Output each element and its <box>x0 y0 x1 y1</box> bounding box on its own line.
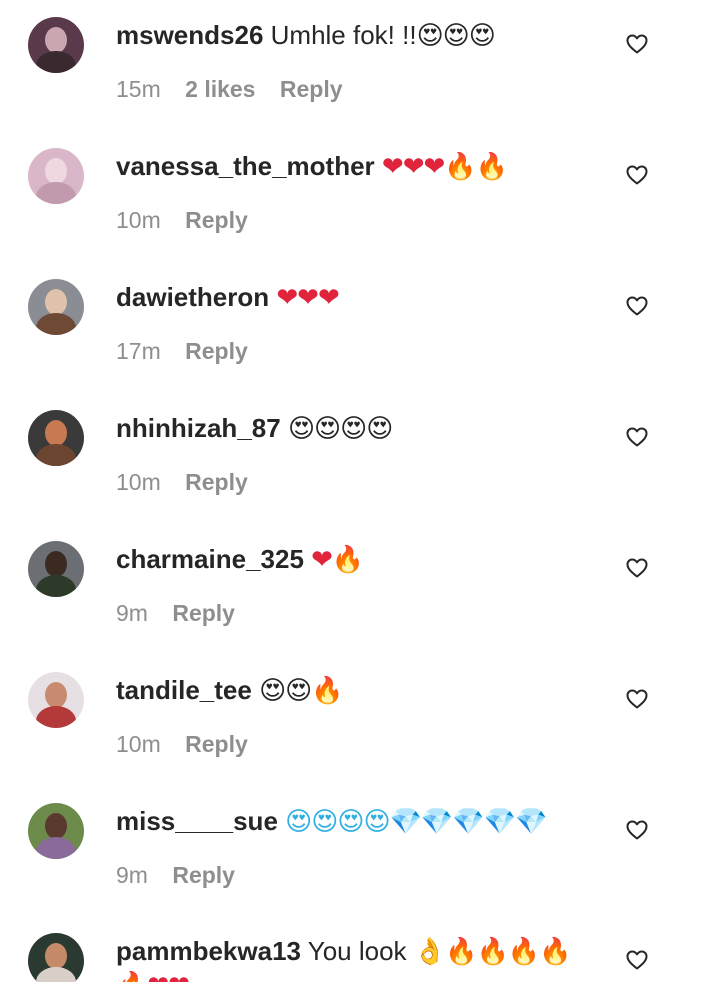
avatar[interactable] <box>28 410 84 466</box>
comment-item: pammbekwa13 You look 👌🔥🔥🔥🔥 🔥❤❤ <box>0 916 720 982</box>
comment-emoji: 😍😍😍 <box>416 21 496 51</box>
comment-username[interactable]: dawietheron <box>116 282 269 312</box>
comment-likes-count[interactable]: 2 likes <box>185 76 255 102</box>
comment-username[interactable]: tandile_tee <box>116 675 252 705</box>
comment-item: charmaine_325 ❤🔥 9m Reply <box>0 524 720 655</box>
reply-button[interactable]: Reply <box>185 731 248 757</box>
reply-button[interactable]: Reply <box>185 338 248 364</box>
avatar[interactable] <box>28 148 84 204</box>
comment-emoji: ❤❤❤🔥🔥 <box>381 152 508 182</box>
comment-emoji: 👌🔥🔥🔥🔥 <box>413 937 572 967</box>
reply-button[interactable]: Reply <box>172 600 235 626</box>
comment-emoji: ❤❤❤ <box>276 283 339 313</box>
heart-outline-icon[interactable] <box>625 163 649 187</box>
comment-item: nhinhizah_87 😍😍😍😍 10m Reply <box>0 393 720 524</box>
comment-item: mswends26 Umhle fok! !!😍😍😍 15m 2 likes R… <box>0 0 720 131</box>
comment-username[interactable]: nhinhizah_87 <box>116 413 281 443</box>
comment-item: vanessa_the_mother ❤❤❤🔥🔥 10m Reply <box>0 131 720 262</box>
comment-text: You look <box>307 936 407 966</box>
comment-emoji: 😍😍😍😍 <box>287 414 393 444</box>
avatar[interactable] <box>28 803 84 859</box>
heart-outline-icon[interactable] <box>625 948 649 972</box>
heart-outline-icon[interactable] <box>625 556 649 580</box>
comment-timestamp: 9m <box>116 862 148 888</box>
reply-button[interactable]: Reply <box>185 207 248 233</box>
comment-timestamp: 10m <box>116 469 161 495</box>
comment-emoji: 😍😍😍😍💎💎💎💎💎 <box>285 807 547 837</box>
comment-username[interactable]: vanessa_the_mother <box>116 151 375 181</box>
heart-outline-icon[interactable] <box>625 687 649 711</box>
comment-username[interactable]: charmaine_325 <box>116 544 304 574</box>
comment-timestamp: 15m <box>116 76 161 102</box>
heart-outline-icon[interactable] <box>625 425 649 449</box>
comment-timestamp: 9m <box>116 600 148 626</box>
comment-item: dawietheron ❤❤❤ 17m Reply <box>0 262 720 393</box>
comment-timestamp: 10m <box>116 731 161 757</box>
avatar[interactable] <box>28 279 84 335</box>
reply-button[interactable]: Reply <box>172 862 235 888</box>
heart-outline-icon[interactable] <box>625 818 649 842</box>
comment-emoji: ❤🔥 <box>311 545 364 575</box>
comment-item: tandile_tee 😍😍🔥 10m Reply <box>0 655 720 786</box>
comment-timestamp: 17m <box>116 338 161 364</box>
reply-button[interactable]: Reply <box>280 76 343 102</box>
heart-outline-icon[interactable] <box>625 294 649 318</box>
comment-emoji: 😍😍🔥 <box>259 676 344 706</box>
comment-item: miss____sue 😍😍😍😍💎💎💎💎💎 9m Reply <box>0 786 720 917</box>
comment-text: Umhle fok! !! <box>270 20 417 50</box>
comment-timestamp: 10m <box>116 207 161 233</box>
comment-username[interactable]: pammbekwa13 <box>116 936 301 966</box>
comment-username[interactable]: mswends26 <box>116 20 263 50</box>
heart-outline-icon[interactable] <box>625 32 649 56</box>
reply-button[interactable]: Reply <box>185 469 248 495</box>
avatar[interactable] <box>28 17 84 73</box>
avatar[interactable] <box>28 672 84 728</box>
avatar[interactable] <box>28 933 84 982</box>
comment-username[interactable]: miss____sue <box>116 806 278 836</box>
comment-emoji-continued: 🔥❤❤ <box>116 971 190 982</box>
avatar[interactable] <box>28 541 84 597</box>
